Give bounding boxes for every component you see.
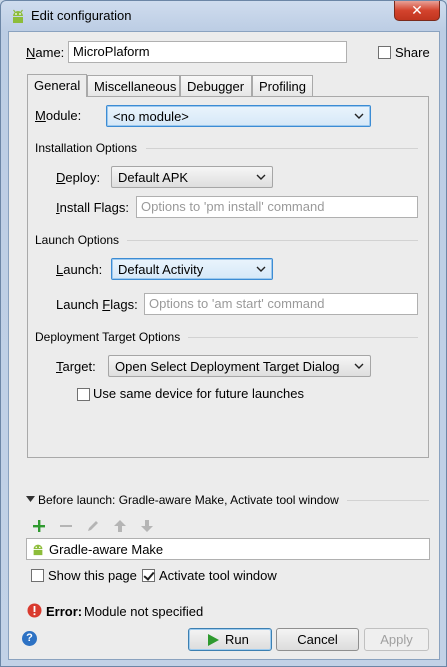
launch-label: Launch: [56, 262, 103, 277]
before-launch-list: Gradle-aware Make [26, 538, 430, 560]
dialog-content: Name: MicroPlaform Share General Miscell… [8, 31, 440, 660]
chevron-down-icon [354, 113, 364, 119]
section-divider [146, 148, 418, 149]
section-divider [127, 240, 418, 241]
deployment-target-title: Deployment Target Options [35, 330, 181, 344]
close-icon: ✕ [411, 2, 423, 18]
name-input[interactable]: MicroPlaform [68, 41, 347, 63]
launch-value: Default Activity [118, 262, 204, 277]
tab-general[interactable]: General [27, 74, 87, 97]
installation-options-title: Installation Options [35, 141, 138, 155]
share-label: Share [395, 45, 430, 60]
remove-icon[interactable] [59, 519, 73, 533]
activate-tool-window-checkbox[interactable] [142, 569, 155, 582]
show-this-page-checkbox[interactable] [31, 569, 44, 582]
install-flags-label: Install Flags: [56, 200, 129, 215]
launch-dropdown[interactable]: Default Activity [111, 258, 273, 280]
list-item[interactable]: Gradle-aware Make [27, 539, 429, 559]
module-dropdown[interactable]: <no module> [106, 105, 371, 127]
collapse-triangle-icon[interactable] [26, 495, 35, 504]
target-dropdown[interactable]: Open Select Deployment Target Dialog [108, 355, 371, 377]
module-label: Module: [35, 108, 82, 123]
tab-debugger[interactable]: Debugger [180, 75, 252, 96]
error-icon [27, 603, 42, 618]
add-icon[interactable] [32, 519, 46, 533]
list-item-label: Gradle-aware Make [49, 542, 164, 557]
deploy-dropdown[interactable]: Default APK [111, 166, 273, 188]
window-title: Edit configuration [31, 8, 132, 23]
move-up-icon[interactable] [113, 519, 127, 533]
share-checkbox[interactable] [378, 46, 391, 59]
help-button[interactable]: ? [22, 631, 37, 646]
section-divider [188, 337, 418, 338]
edit-icon[interactable] [86, 519, 100, 533]
chevron-down-icon [354, 363, 364, 369]
target-label: Target: [56, 359, 96, 374]
tab-miscellaneous[interactable]: Miscellaneous [87, 75, 180, 96]
module-value: <no module> [113, 109, 189, 124]
deploy-label: Deploy: [56, 170, 101, 185]
android-icon [33, 544, 43, 556]
android-icon [13, 9, 23, 23]
section-divider [347, 500, 429, 501]
activate-tool-window-label: Activate tool window [159, 568, 277, 583]
same-device-label: Use same device for future launches [93, 386, 304, 401]
help-icon: ? [26, 632, 33, 644]
same-device-checkbox[interactable] [77, 388, 90, 401]
target-value: Open Select Deployment Target Dialog [115, 359, 340, 374]
deploy-value: Default APK [118, 170, 189, 185]
apply-button[interactable]: Apply [364, 628, 429, 651]
chevron-down-icon [256, 174, 266, 180]
cancel-button[interactable]: Cancel [276, 628, 359, 651]
install-flags-input[interactable]: Options to 'pm install' command [136, 196, 418, 218]
tab-profiling[interactable]: Profiling [252, 75, 313, 96]
title-bar[interactable]: Edit configuration ✕ [1, 1, 446, 31]
close-button[interactable]: ✕ [394, 1, 440, 21]
install-flags-placeholder: Options to 'pm install' command [141, 199, 325, 214]
show-this-page-label: Show this page [48, 568, 137, 583]
before-launch-header: Before launch: Gradle-aware Make, Activa… [38, 493, 339, 507]
name-label: Name: [26, 45, 65, 60]
dialog-window: Edit configuration ✕ Name: MicroPlaform … [0, 0, 447, 667]
launch-options-title: Launch Options [35, 233, 120, 247]
run-button[interactable]: Run [188, 628, 272, 651]
error-prefix: Error: [46, 604, 83, 619]
run-icon [208, 634, 219, 646]
launch-flags-input[interactable]: Options to 'am start' command [144, 293, 418, 315]
chevron-down-icon [256, 266, 266, 272]
move-down-icon[interactable] [140, 519, 154, 533]
error-message: Module not specified [84, 604, 204, 619]
general-tab-panel: Module: <no module> Installation Options… [27, 96, 429, 458]
launch-flags-label: Launch Flags: [56, 297, 138, 312]
run-label: Run [225, 632, 249, 647]
launch-flags-placeholder: Options to 'am start' command [149, 296, 325, 311]
